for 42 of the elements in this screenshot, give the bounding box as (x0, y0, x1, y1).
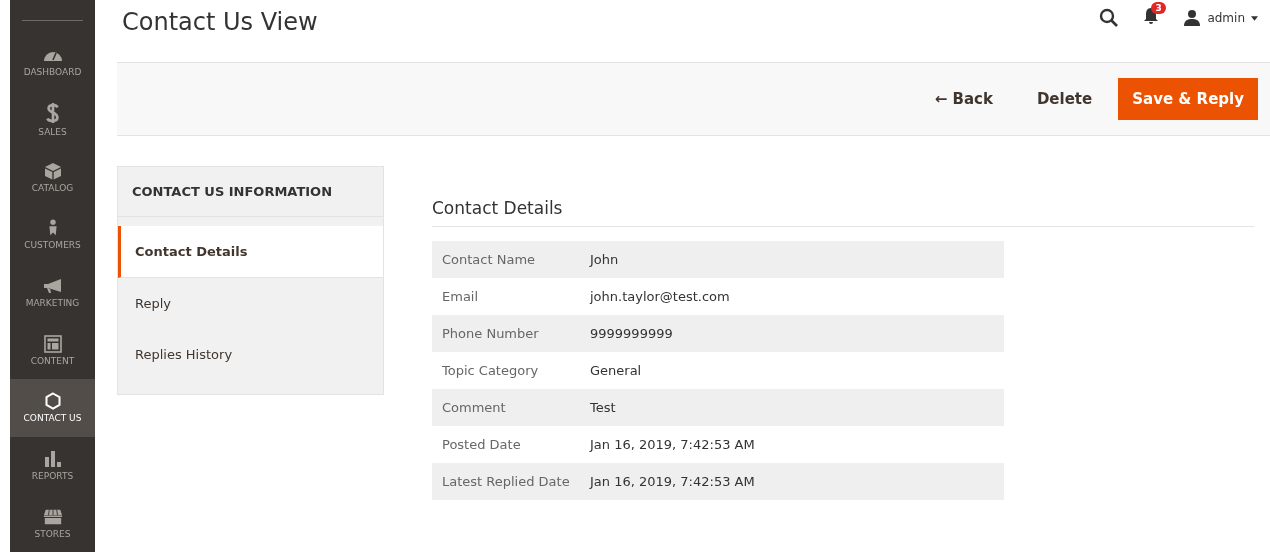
field-value: Jan 16, 2019, 7:42:53 AM (580, 426, 1004, 463)
field-value: John (580, 241, 1004, 278)
back-button[interactable]: ← Back (916, 78, 1011, 120)
section-title: Contact Details (432, 198, 1254, 227)
nav-item[interactable]: CUSTOMERS (10, 206, 95, 264)
nav-item[interactable]: CATALOG (10, 148, 95, 206)
nav-item[interactable]: MARKETING (10, 263, 95, 322)
field-label: Latest Replied Date (432, 463, 580, 500)
layout-icon (42, 334, 63, 353)
field-value: Test (580, 389, 1004, 426)
field-label: Posted Date (432, 426, 580, 463)
search-icon[interactable] (1099, 8, 1120, 28)
delete-button[interactable]: Delete (1018, 78, 1111, 120)
store-icon (42, 507, 63, 526)
field-value: 9999999999 (580, 315, 1004, 352)
box-icon (42, 161, 63, 180)
field-value: General (580, 352, 1004, 389)
field-label: Phone Number (432, 315, 580, 352)
field-label: Topic Category (432, 352, 580, 389)
nav-item[interactable]: SALES (10, 90, 95, 149)
user-icon (1183, 9, 1202, 27)
tabs-panel-title: CONTACT US INFORMATION (118, 167, 383, 217)
field-label: Comment (432, 389, 580, 426)
nav-item[interactable]: REPORTS (10, 436, 95, 495)
field-value: Jan 16, 2019, 7:42:53 AM (580, 463, 1004, 500)
nav-item[interactable]: CONTACT US (10, 379, 95, 437)
tab[interactable]: Reply (118, 278, 383, 329)
nav-item[interactable]: STORES (10, 494, 95, 552)
notification-count: 3 (1151, 2, 1166, 14)
field-label: Contact Name (432, 241, 580, 278)
tab[interactable]: Replies History (118, 329, 383, 380)
field-value: john.taylor@test.com (580, 278, 1004, 315)
user-menu[interactable]: admin (1183, 9, 1258, 27)
nav-item[interactable]: CONTENT (10, 321, 95, 379)
page-title: Contact Us View (122, 8, 318, 36)
bar-chart-icon (42, 450, 63, 468)
megaphone-icon (42, 277, 63, 295)
caret-icon (1251, 15, 1258, 21)
tab[interactable]: Contact Details (118, 226, 383, 278)
field-label: Email (432, 278, 580, 315)
nav-item[interactable]: DASHBOARD (10, 33, 95, 91)
save-reply-button[interactable]: Save & Reply (1118, 78, 1258, 120)
